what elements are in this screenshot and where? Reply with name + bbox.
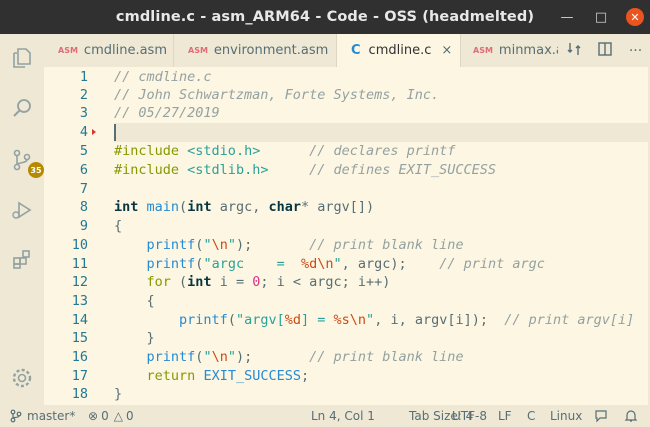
end-of-line[interactable]: LF [498, 405, 512, 427]
language-mode[interactable]: C [527, 405, 535, 427]
search-icon[interactable] [8, 94, 36, 122]
status-bar: master* ⊗ 0 △ 0 Ln 4, Col 1 Tab Size: 4 … [0, 405, 650, 427]
activity-bar: 35 [0, 34, 44, 405]
current-line-highlight [114, 123, 650, 142]
branch-indicator[interactable]: master* [10, 405, 75, 427]
cursor-position[interactable]: Ln 4, Col 1 [311, 405, 375, 427]
code-line[interactable]: } [114, 385, 122, 404]
window-title: cmdline.c - asm_ARM64 - Code - OSS (head… [115, 9, 535, 25]
code-line[interactable]: printf("\n"); // print blank line [114, 236, 464, 255]
asm-file-icon: ASM [188, 46, 208, 55]
window-controls: — □ ✕ [558, 0, 644, 34]
code-line[interactable]: } [114, 329, 155, 348]
editor-tab-bar: ASM cmdline.asm ASM environment.asm C cm… [44, 34, 650, 67]
line-number: 9 [79, 218, 88, 234]
tab-label: environment.asm [213, 43, 329, 58]
code-line[interactable]: #include <stdlib.h> // defines EXIT_SUCC… [114, 161, 496, 180]
tab-label: minmax.as [498, 43, 559, 58]
asm-file-icon: ASM [58, 46, 78, 55]
line-number: 14 [71, 312, 88, 328]
line-number: 16 [71, 349, 88, 365]
editor-actions: ··· [558, 34, 650, 67]
line-number: 3 [79, 105, 88, 121]
warning-count: 0 [125, 409, 134, 423]
line-number: 15 [71, 330, 88, 346]
warning-icon: △ [113, 409, 123, 423]
code-line[interactable]: printf("argv[%d] = %s\n", i, argv[i]); /… [114, 311, 634, 330]
code-line[interactable]: printf("\n"); // print blank line [114, 348, 464, 367]
notifications-bell-icon[interactable] [624, 405, 638, 427]
line-number: 8 [79, 199, 88, 215]
close-window-icon[interactable]: ✕ [626, 8, 644, 26]
code-line[interactable]: // 05/27/2019 [114, 104, 220, 123]
line-number: 12 [71, 274, 88, 290]
os-indicator[interactable]: Linux [550, 405, 582, 427]
tab-cmdline-c[interactable]: C cmdline.c × [337, 34, 461, 67]
line-number: 5 [79, 143, 88, 159]
line-number: 2 [79, 87, 88, 103]
code-line[interactable]: for (int i = 0; i < argc; i++) [114, 273, 391, 292]
minimize-icon[interactable]: — [558, 8, 576, 26]
line-number: 10 [71, 237, 88, 253]
maximize-icon[interactable]: □ [592, 8, 610, 26]
c-file-icon: C [351, 43, 361, 58]
extensions-icon[interactable] [8, 246, 36, 274]
branch-name: master* [27, 409, 76, 423]
code-line[interactable]: printf("argc = %d\n", argc); // print ar… [114, 255, 545, 274]
close-tab-icon[interactable]: × [441, 43, 452, 58]
line-number: 11 [71, 256, 88, 272]
asm-file-icon: ASM [473, 46, 493, 55]
code-line[interactable]: // John Schwartzman, Forte Systems, Inc. [114, 86, 439, 105]
line-number: 18 [71, 386, 88, 402]
line-number: 6 [79, 162, 88, 178]
tab-cmdline-asm[interactable]: ASM cmdline.asm [44, 34, 174, 67]
error-count: 0 [101, 409, 109, 423]
line-number: 7 [79, 181, 88, 197]
line-number: 4 [79, 124, 88, 140]
run-debug-icon[interactable] [8, 196, 36, 224]
source-control-badge: 35 [28, 162, 44, 178]
tab-minmax-asm[interactable]: ASM minmax.as [461, 34, 559, 67]
breakpoint-marker-icon [92, 129, 96, 135]
compare-changes-icon[interactable] [566, 41, 582, 61]
text-cursor [114, 124, 116, 141]
line-number: 13 [71, 293, 88, 309]
line-number: 1 [79, 69, 88, 85]
feedback-icon[interactable] [594, 405, 608, 427]
git-branch-icon [10, 409, 22, 423]
split-editor-icon[interactable] [597, 41, 613, 61]
title-bar: cmdline.c - asm_ARM64 - Code - OSS (head… [0, 0, 650, 34]
code-line[interactable]: { [114, 217, 122, 236]
tab-label: cmdline.asm [83, 43, 167, 58]
code-line[interactable]: return EXIT_SUCCESS; [114, 367, 310, 386]
code-editor[interactable]: 1 2 3 4 5 6 7 8 9 10 11 12 13 14 15 16 1… [44, 67, 650, 405]
problems-indicator[interactable]: ⊗ 0 △ 0 [88, 405, 134, 427]
files-icon[interactable] [8, 44, 36, 72]
code-line[interactable]: int main(int argc, char* argv[]) [114, 198, 374, 217]
tab-environment-asm[interactable]: ASM environment.asm [174, 34, 337, 67]
code-line[interactable]: // cmdline.c [114, 68, 212, 87]
line-number: 17 [71, 368, 88, 384]
more-actions-icon[interactable]: ··· [629, 43, 642, 59]
source-control-icon[interactable]: 35 [8, 146, 44, 178]
code-line[interactable]: { [114, 292, 155, 311]
error-icon: ⊗ [88, 409, 99, 423]
file-encoding[interactable]: UTF-8 [452, 405, 487, 427]
settings-gear-icon[interactable] [8, 364, 36, 392]
code-line[interactable]: #include <stdio.h> // declares printf [114, 142, 455, 161]
tab-label: cmdline.c [368, 43, 432, 58]
